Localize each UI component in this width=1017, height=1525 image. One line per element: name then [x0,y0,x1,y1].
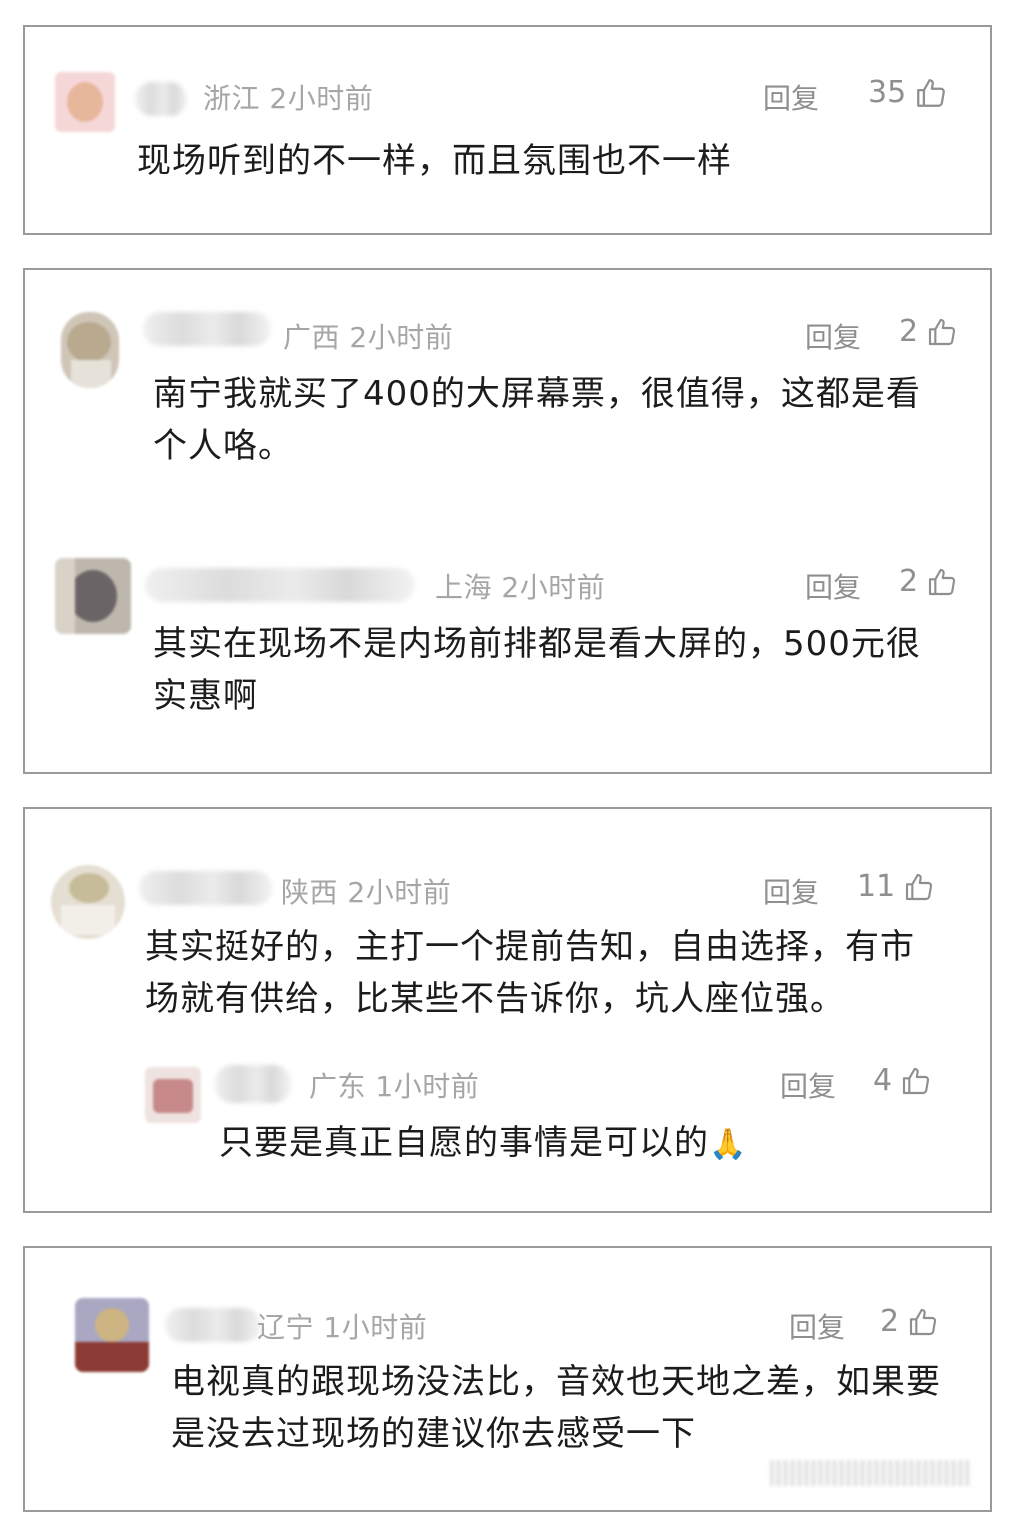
region-label: 上海 [435,571,493,604]
thumbs-up-icon [926,566,958,598]
avatar[interactable] [75,1298,149,1372]
like-count: 2 [899,564,919,599]
like-button[interactable]: 35 [868,75,948,110]
comment-card: 陕西 2小时前 回复 11 其实挺好的，主打一个提前告知，自由选择，有市场就有供… [23,807,992,1213]
thumbs-up-icon [907,1306,939,1338]
reply-button[interactable]: 回复 [780,1065,836,1105]
reply-text-body: 只要是真正自愿的事情是可以的 [219,1123,709,1163]
like-button[interactable]: 2 [899,564,958,599]
reply-meta: 广东 1小时前 [309,1065,479,1105]
avatar[interactable] [145,1067,201,1123]
like-button[interactable]: 2 [880,1304,939,1339]
comment-text: 其实在现场不是内场前排都是看大屏的，500元很实惠啊 [153,624,921,716]
comment-text: 其实挺好的，主打一个提前告知，自由选择，有市场就有供给，比某些不告诉你，坑人座位… [145,927,915,1019]
reply-button[interactable]: 回复 [805,566,861,606]
like-count: 2 [880,1304,900,1339]
like-button[interactable]: 4 [873,1063,932,1098]
avatar[interactable] [55,72,115,132]
comment-meta: 陕西 2小时前 [281,871,451,911]
like-button[interactable]: 11 [857,869,935,904]
timestamp: 2小时前 [347,876,452,909]
like-count: 11 [857,869,896,904]
region-label: 浙江 [203,82,261,115]
username-blurred[interactable] [215,1065,291,1103]
username-blurred[interactable] [165,1308,261,1342]
username-blurred[interactable] [139,871,273,905]
comment-meta: 上海 2小时前 [435,566,605,606]
avatar[interactable] [51,865,125,939]
comment-meta: 浙江 2小时前 [203,77,373,117]
thumbs-up-icon [903,871,935,903]
thumbs-up-icon [926,316,958,348]
reply-item: 广东 1小时前 回复 4 只要是真正自愿的事情是可以的🙏 [25,1049,990,1209]
timestamp: 1小时前 [323,1311,428,1344]
comment-text: 现场听到的不一样，而且氛围也不一样 [137,141,732,181]
timestamp: 2小时前 [269,82,374,115]
comment-text: 电视真的跟现场没法比，音效也天地之差，如果要是没去过现场的建议你去感受一下 [171,1362,941,1454]
comment-item: 陕西 2小时前 回复 11 其实挺好的，主打一个提前告知，自由选择，有市场就有供… [25,809,990,1049]
username-blurred[interactable] [145,568,415,602]
like-count: 4 [873,1063,893,1098]
praying-hands-emoji: 🙏 [709,1127,748,1162]
username-blurred[interactable] [135,82,187,116]
thumbs-up-icon [914,76,948,110]
region-label: 陕西 [281,876,339,909]
comment-meta: 辽宁 1小时前 [257,1306,427,1346]
region-label: 辽宁 [257,1311,315,1344]
like-count: 2 [899,314,919,349]
reply-button[interactable]: 回复 [805,316,861,356]
comment-item: 广西 2小时前 回复 2 南宁我就买了400的大屏幕票，很值得，这都是看个人咯。 [25,270,990,520]
username-blurred[interactable] [143,312,271,346]
like-button[interactable]: 2 [899,314,958,349]
comment-item: 浙江 2小时前 回复 35 现场听到的不一样，而且氛围也不一样 [25,27,990,233]
thumbs-up-icon [900,1065,932,1097]
region-label: 广西 [283,321,341,354]
watermark-blur [770,1460,970,1486]
timestamp: 2小时前 [501,571,606,604]
comment-meta: 广西 2小时前 [283,316,453,356]
like-count: 35 [868,75,907,110]
comment-card: 广西 2小时前 回复 2 南宁我就买了400的大屏幕票，很值得，这都是看个人咯。… [23,268,992,774]
reply-button[interactable]: 回复 [763,77,819,117]
region-label: 广东 [309,1070,367,1103]
avatar[interactable] [55,558,131,634]
timestamp: 2小时前 [349,321,454,354]
reply-text: 只要是真正自愿的事情是可以的🙏 [219,1117,939,1171]
avatar[interactable] [61,312,119,388]
reply-button[interactable]: 回复 [763,871,819,911]
timestamp: 1小时前 [375,1070,480,1103]
comment-item: 上海 2小时前 回复 2 其实在现场不是内场前排都是看大屏的，500元很实惠啊 [25,520,990,770]
comment-card: 浙江 2小时前 回复 35 现场听到的不一样，而且氛围也不一样 [23,25,992,235]
comment-text: 南宁我就买了400的大屏幕票，很值得，这都是看个人咯。 [153,374,921,466]
comment-card: 辽宁 1小时前 回复 2 电视真的跟现场没法比，音效也天地之差，如果要是没去过现… [23,1246,992,1512]
reply-button[interactable]: 回复 [789,1306,845,1346]
